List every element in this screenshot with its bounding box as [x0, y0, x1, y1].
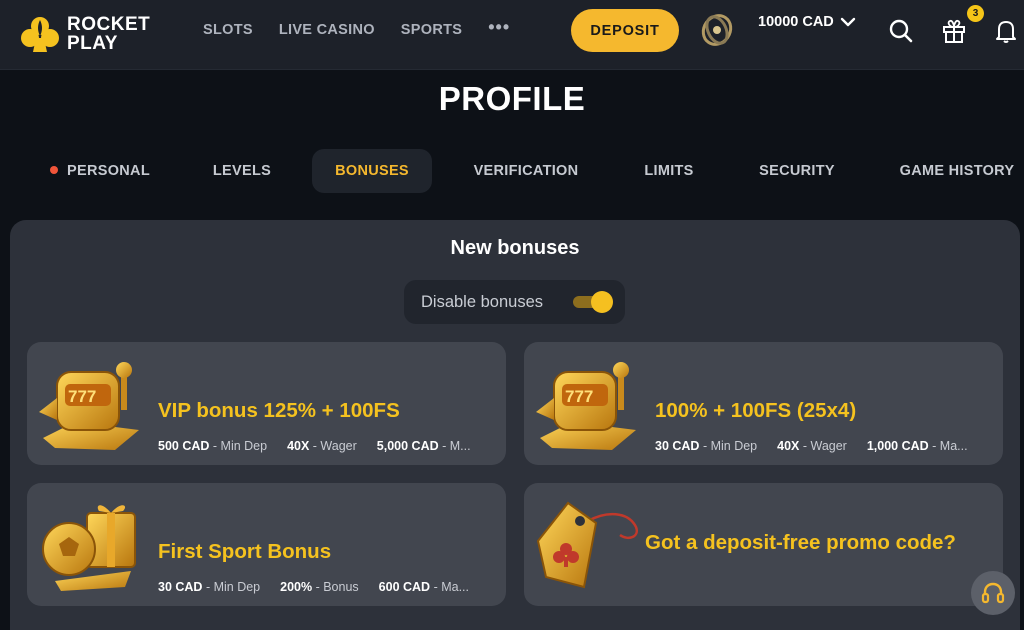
soccer-gift-icon [42, 505, 136, 591]
brand-name: ROCKET PLAY [67, 14, 151, 54]
bonus-title: First Sport Bonus [158, 540, 332, 563]
gift-count-badge: 3 [967, 5, 984, 22]
bonus-meta: 30 CAD - Min Dep 40X - Wager 1,000 CAD -… [655, 439, 968, 453]
bonus-card-100fs[interactable]: 777 100% + 100FS (25x4) 30 CAD - Min Dep… [524, 342, 1003, 465]
slot-machine-icon: 777 [39, 362, 139, 450]
tab-levels[interactable]: LEVELS [200, 149, 284, 193]
deposit-button[interactable]: DEPOSIT [571, 9, 679, 52]
bonus-meta: 500 CAD - Min Dep 40X - Wager 5,000 CAD … [158, 439, 471, 453]
gift-icon[interactable] [941, 18, 967, 44]
nav-live-casino[interactable]: LIVE CASINO [279, 20, 375, 40]
svg-text:777: 777 [565, 387, 593, 406]
promo-code-card[interactable]: Got a deposit-free promo code? [524, 483, 1003, 606]
balance-dropdown[interactable]: 10000 CAD [758, 14, 856, 30]
nav-sports[interactable]: SPORTS [401, 20, 462, 40]
tab-game-history[interactable]: GAME HISTORY [892, 149, 1022, 193]
nav-slots[interactable]: SLOTS [203, 20, 253, 40]
tab-verification[interactable]: VERIFICATION [462, 149, 590, 193]
page-title: PROFILE [438, 80, 586, 117]
toggle-switch[interactable] [571, 291, 613, 313]
support-chat-button[interactable] [971, 571, 1015, 615]
nav-more-button[interactable]: ••• [488, 18, 510, 40]
rocket-play-logo-icon [21, 17, 59, 52]
toggle-label: Disable bonuses [421, 292, 543, 311]
tab-label: PERSONAL [67, 163, 150, 179]
bonus-title: VIP bonus 125% + 100FS [158, 399, 400, 422]
bonus-card-vip[interactable]: 777 VIP bonus 125% + 100FS 500 CAD - Min… [27, 342, 506, 465]
disable-bonuses-toggle[interactable]: Disable bonuses [404, 280, 625, 324]
bonuses-panel: New bonuses Disable bonuses 777 VIP bonu… [10, 220, 1020, 630]
alert-dot [50, 166, 59, 175]
bonus-meta: 30 CAD - Min Dep 200% - Bonus 600 CAD - … [158, 580, 469, 594]
tab-limits[interactable]: LIMITS [631, 149, 707, 193]
rocket-play-logo[interactable]: ROCKET PLAY [20, 10, 165, 58]
promo-title: Got a deposit-free promo code? [645, 531, 956, 554]
bell-icon[interactable] [994, 18, 1018, 44]
tab-security[interactable]: SECURITY [748, 149, 846, 193]
svg-text:777: 777 [68, 387, 96, 406]
promo-tag-icon [536, 501, 639, 589]
headset-icon [981, 582, 1005, 604]
tab-personal[interactable]: PERSONAL [42, 149, 158, 193]
panel-title: New bonuses [450, 237, 580, 259]
search-icon[interactable] [888, 18, 914, 44]
avatar-icon[interactable] [699, 12, 735, 48]
main-nav: SLOTS LIVE CASINO SPORTS ••• [203, 18, 510, 40]
balance-value: 10000 CAD [758, 14, 834, 30]
slot-machine-icon: 777 [536, 362, 636, 450]
profile-tabs: PERSONAL LEVELS BONUSES VERIFICATION LIM… [0, 149, 1024, 193]
tab-bonuses[interactable]: BONUSES [312, 149, 432, 193]
bonus-card-first-sport[interactable]: First Sport Bonus 30 CAD - Min Dep 200% … [27, 483, 506, 606]
chevron-down-icon [840, 17, 855, 27]
bonus-title: 100% + 100FS (25x4) [655, 399, 857, 422]
top-header: ROCKET PLAY SLOTS LIVE CASINO SPORTS •••… [0, 0, 1024, 70]
